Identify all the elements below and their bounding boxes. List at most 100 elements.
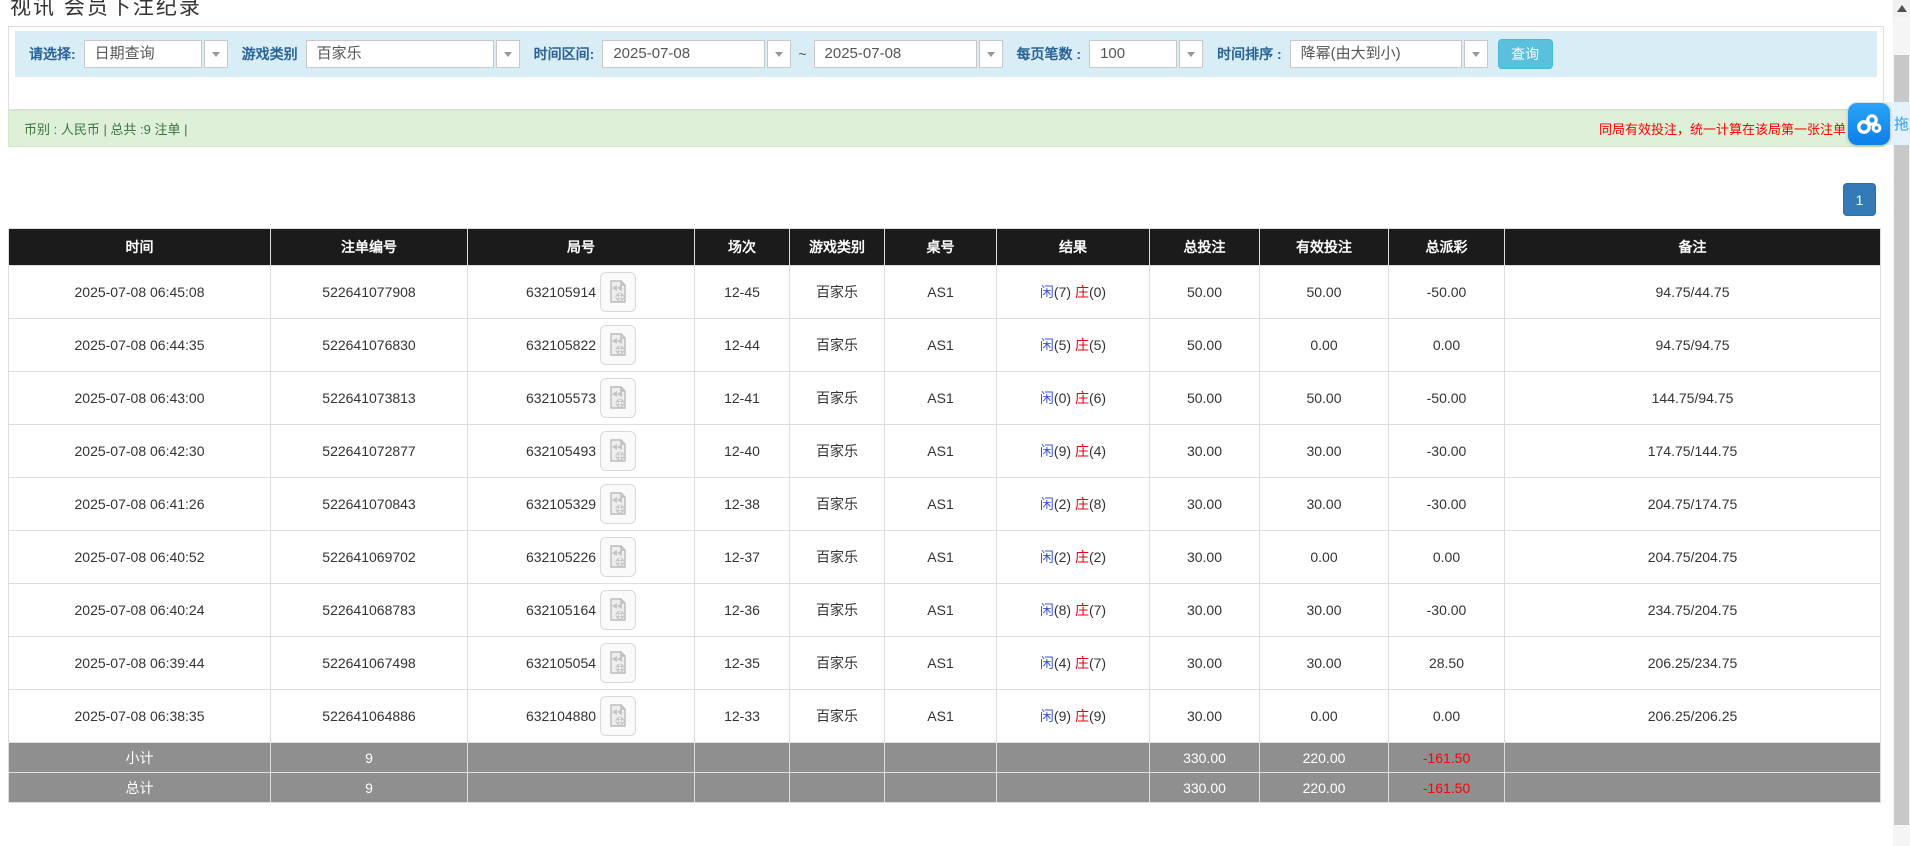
cell-remark: 206.25/206.25 — [1504, 689, 1881, 743]
round-id-value: 632105054 — [525, 655, 597, 671]
result-player-score: (2) — [1053, 496, 1072, 512]
cell-time: 2025-07-08 06:45:08 — [8, 265, 271, 319]
cell-bet-id: 522641076830 — [270, 318, 468, 372]
video-replay-button[interactable] — [600, 378, 637, 418]
total-total-bet: 330.00 — [1149, 772, 1260, 803]
total-row: 总计 9 330.00 220.00 -161.50 — [8, 772, 1881, 803]
cell-game-category: 百家乐 — [789, 477, 885, 531]
cell-session: 12-33 — [694, 689, 790, 743]
result-player-label: 闲 — [1039, 708, 1054, 724]
currency-total-text: 币别 : 人民币 | 总共 :9 注单 | — [24, 122, 188, 137]
cell-bet-id: 522641070843 — [270, 477, 468, 531]
header-valid-bet: 有效投注 — [1259, 228, 1389, 266]
result-banker-label: 庄 — [1074, 708, 1089, 724]
cell-empty — [884, 772, 997, 803]
result-banker-score: (0) — [1088, 284, 1107, 300]
video-replay-button[interactable] — [600, 590, 637, 630]
cell-bet-id: 522641068783 — [270, 583, 468, 637]
cell-table-no: AS1 — [884, 583, 997, 637]
cell-round-id: 632105054 — [467, 636, 695, 690]
cell-total-bet: 50.00 — [1149, 318, 1260, 372]
drag-widget[interactable]: 拖 — [1848, 102, 1910, 145]
date-from-dropdown-arrow[interactable] — [767, 40, 792, 68]
cell-empty — [694, 742, 790, 773]
table-row: 2025-07-08 06:45:08 522641077908 632105914… — [8, 265, 1881, 319]
round-id-group: 632105493 — [468, 431, 694, 471]
game-category-combobox[interactable]: 百家乐 — [305, 40, 520, 68]
scrollbar-thumb[interactable] — [1894, 55, 1909, 825]
result-banker-score: (9) — [1088, 708, 1107, 724]
cell-table-no: AS1 — [884, 318, 997, 372]
header-payout: 总派彩 — [1388, 228, 1505, 266]
result-banker-label: 庄 — [1074, 337, 1089, 353]
page-title: 视讯 会员下注纪录 — [10, 0, 202, 19]
select-type-dropdown-arrow[interactable] — [203, 40, 228, 68]
game-category-dropdown-arrow[interactable] — [495, 40, 520, 68]
video-replay-button[interactable] — [600, 537, 637, 577]
date-to-dropdown-arrow[interactable] — [978, 40, 1003, 68]
cell-result: 闲(9) 庄(9) — [996, 689, 1150, 743]
select-type-combobox[interactable]: 日期查询 — [83, 40, 228, 68]
table-row: 2025-07-08 06:41:26 522641070843 632105329… — [8, 477, 1881, 531]
date-from-value[interactable]: 2025-07-08 — [602, 40, 766, 68]
video-replay-button[interactable] — [600, 325, 637, 365]
cell-bet-id: 522641072877 — [270, 424, 468, 478]
cell-game-category: 百家乐 — [789, 530, 885, 584]
page-size-combobox[interactable]: 100 — [1089, 40, 1204, 68]
cell-empty — [694, 772, 790, 803]
video-replay-button[interactable] — [600, 484, 637, 524]
header-result: 结果 — [996, 228, 1150, 266]
cell-payout: -30.00 — [1388, 583, 1505, 637]
cell-remark: 204.75/174.75 — [1504, 477, 1881, 531]
drag-label: 拖 — [1894, 116, 1910, 133]
game-category-value[interactable]: 百家乐 — [305, 40, 494, 68]
cell-result: 闲(9) 庄(4) — [996, 424, 1150, 478]
video-replay-button[interactable] — [600, 272, 637, 312]
video-replay-button[interactable] — [600, 643, 637, 683]
page-size-value[interactable]: 100 — [1089, 40, 1178, 68]
cell-table-no: AS1 — [884, 265, 997, 319]
scroll-up-button[interactable] — [1893, 0, 1910, 17]
cell-total-bet: 30.00 — [1149, 636, 1260, 690]
round-id-group: 632105914 — [468, 272, 694, 312]
cell-bet-id: 522641067498 — [270, 636, 468, 690]
video-replay-glyph — [610, 704, 626, 727]
cell-valid-bet: 0.00 — [1259, 318, 1389, 372]
subtotal-label: 小计 — [8, 742, 271, 773]
cell-total-bet: 30.00 — [1149, 477, 1260, 531]
round-id-group: 632105054 — [468, 643, 694, 683]
date-from-picker[interactable]: 2025-07-08 — [602, 40, 792, 68]
cell-bet-id: 522641069702 — [270, 530, 468, 584]
page-size-dropdown-arrow[interactable] — [1179, 40, 1204, 68]
video-replay-button[interactable] — [600, 431, 637, 471]
cloud-drive-icon[interactable] — [1848, 102, 1890, 145]
cell-session: 12-44 — [694, 318, 790, 372]
cell-remark: 204.75/204.75 — [1504, 530, 1881, 584]
table-header-row: 时间 注单编号 局号 场次 游戏类别 桌号 结果 总投注 有效投注 总派彩 备注 — [8, 228, 1881, 266]
time-sort-combobox[interactable]: 降幂(由大到小) — [1289, 40, 1488, 68]
header-round-id: 局号 — [467, 228, 695, 266]
round-id-value: 632104880 — [525, 708, 597, 724]
result-banker-score: (6) — [1088, 390, 1107, 406]
select-type-value[interactable]: 日期查询 — [83, 40, 202, 68]
subtotal-row: 小计 9 330.00 220.00 -161.50 — [8, 742, 1881, 773]
result-player-score: (7) — [1053, 284, 1072, 300]
cell-time: 2025-07-08 06:42:30 — [8, 424, 271, 478]
pagination-page-1[interactable]: 1 — [1843, 183, 1876, 216]
cell-table-no: AS1 — [884, 477, 997, 531]
total-payout: -161.50 — [1388, 772, 1505, 803]
time-sort-dropdown-arrow[interactable] — [1463, 40, 1488, 68]
cell-time: 2025-07-08 06:44:35 — [8, 318, 271, 372]
search-button[interactable]: 查询 — [1497, 39, 1553, 69]
time-sort-value[interactable]: 降幂(由大到小) — [1289, 40, 1462, 68]
date-to-value[interactable]: 2025-07-08 — [813, 40, 977, 68]
cell-game-category: 百家乐 — [789, 583, 885, 637]
video-replay-button[interactable] — [600, 696, 637, 736]
result-player-score: (5) — [1053, 337, 1072, 353]
header-session: 场次 — [694, 228, 790, 266]
cell-round-id: 632105914 — [467, 265, 695, 319]
round-id-group: 632105822 — [468, 325, 694, 365]
cell-session: 12-45 — [694, 265, 790, 319]
result-banker-score: (5) — [1088, 337, 1107, 353]
date-to-picker[interactable]: 2025-07-08 — [813, 40, 1003, 68]
